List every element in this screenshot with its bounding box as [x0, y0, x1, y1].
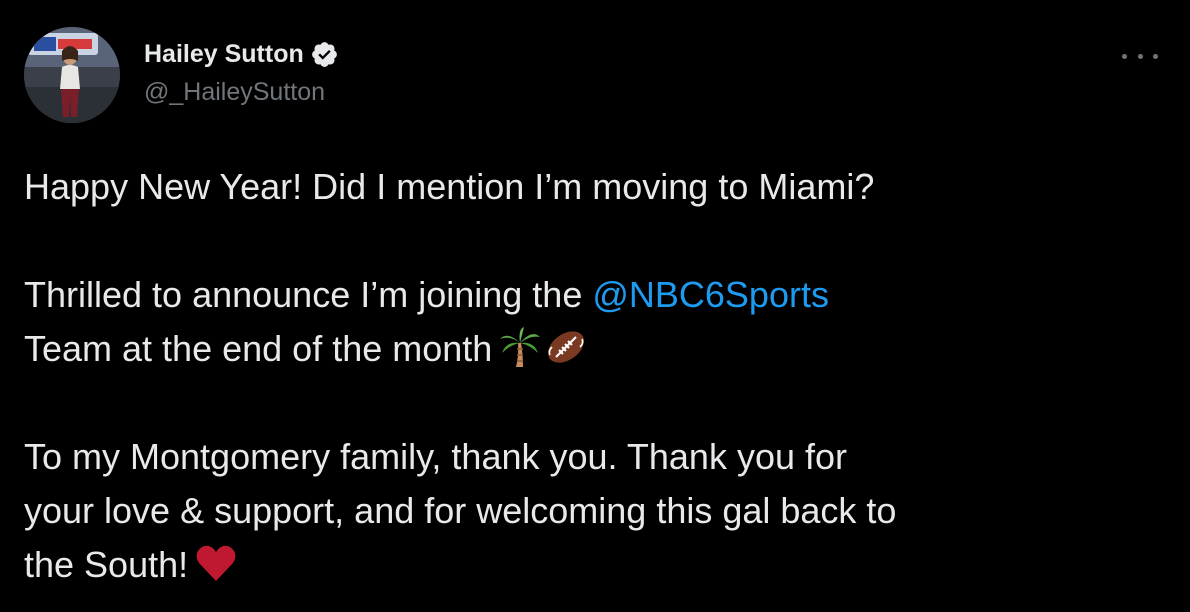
author-display-name[interactable]: Hailey Sutton: [144, 40, 304, 69]
author-handle[interactable]: @_HaileySutton: [144, 78, 325, 107]
tweet-line: Happy New Year! Did I mention I’m moving…: [24, 166, 875, 207]
profile-photo-icon: [24, 27, 120, 123]
tweet-text: Happy New Year! Did I mention I’m moving…: [24, 160, 1164, 592]
tweet-line-text: Team at the end of the month: [24, 328, 493, 369]
tweet-line: Team at the end of the month: [24, 322, 1164, 376]
author-name-row[interactable]: Hailey Sutton: [144, 38, 339, 70]
more-options-button[interactable]: [1122, 46, 1158, 66]
tweet-line: Thrilled to announce I’m joining the @NB…: [24, 268, 1164, 322]
tweet-line-text: the South!: [24, 544, 189, 585]
mention-link[interactable]: @NBC6Sports: [592, 274, 829, 315]
ellipsis-icon: [1122, 53, 1127, 59]
tweet-line-text: Thrilled to announce I’m joining the: [24, 274, 593, 315]
verified-badge-icon: [311, 41, 337, 67]
tweet: Hailey Sutton @_HaileySutton Happy New Y…: [0, 0, 1190, 612]
tweet-line: the South!: [24, 538, 1164, 592]
avatar[interactable]: [24, 27, 120, 123]
tweet-line: your love & support, and for welcoming t…: [24, 490, 897, 531]
ellipsis-icon: [1137, 53, 1143, 59]
american-football-emoji-icon: [548, 331, 585, 363]
red-heart-emoji-icon: [196, 545, 236, 581]
palm-tree-emoji-icon: [500, 327, 541, 367]
ellipsis-icon: [1153, 53, 1158, 59]
tweet-line: To my Montgomery family, thank you. Than…: [24, 436, 848, 477]
